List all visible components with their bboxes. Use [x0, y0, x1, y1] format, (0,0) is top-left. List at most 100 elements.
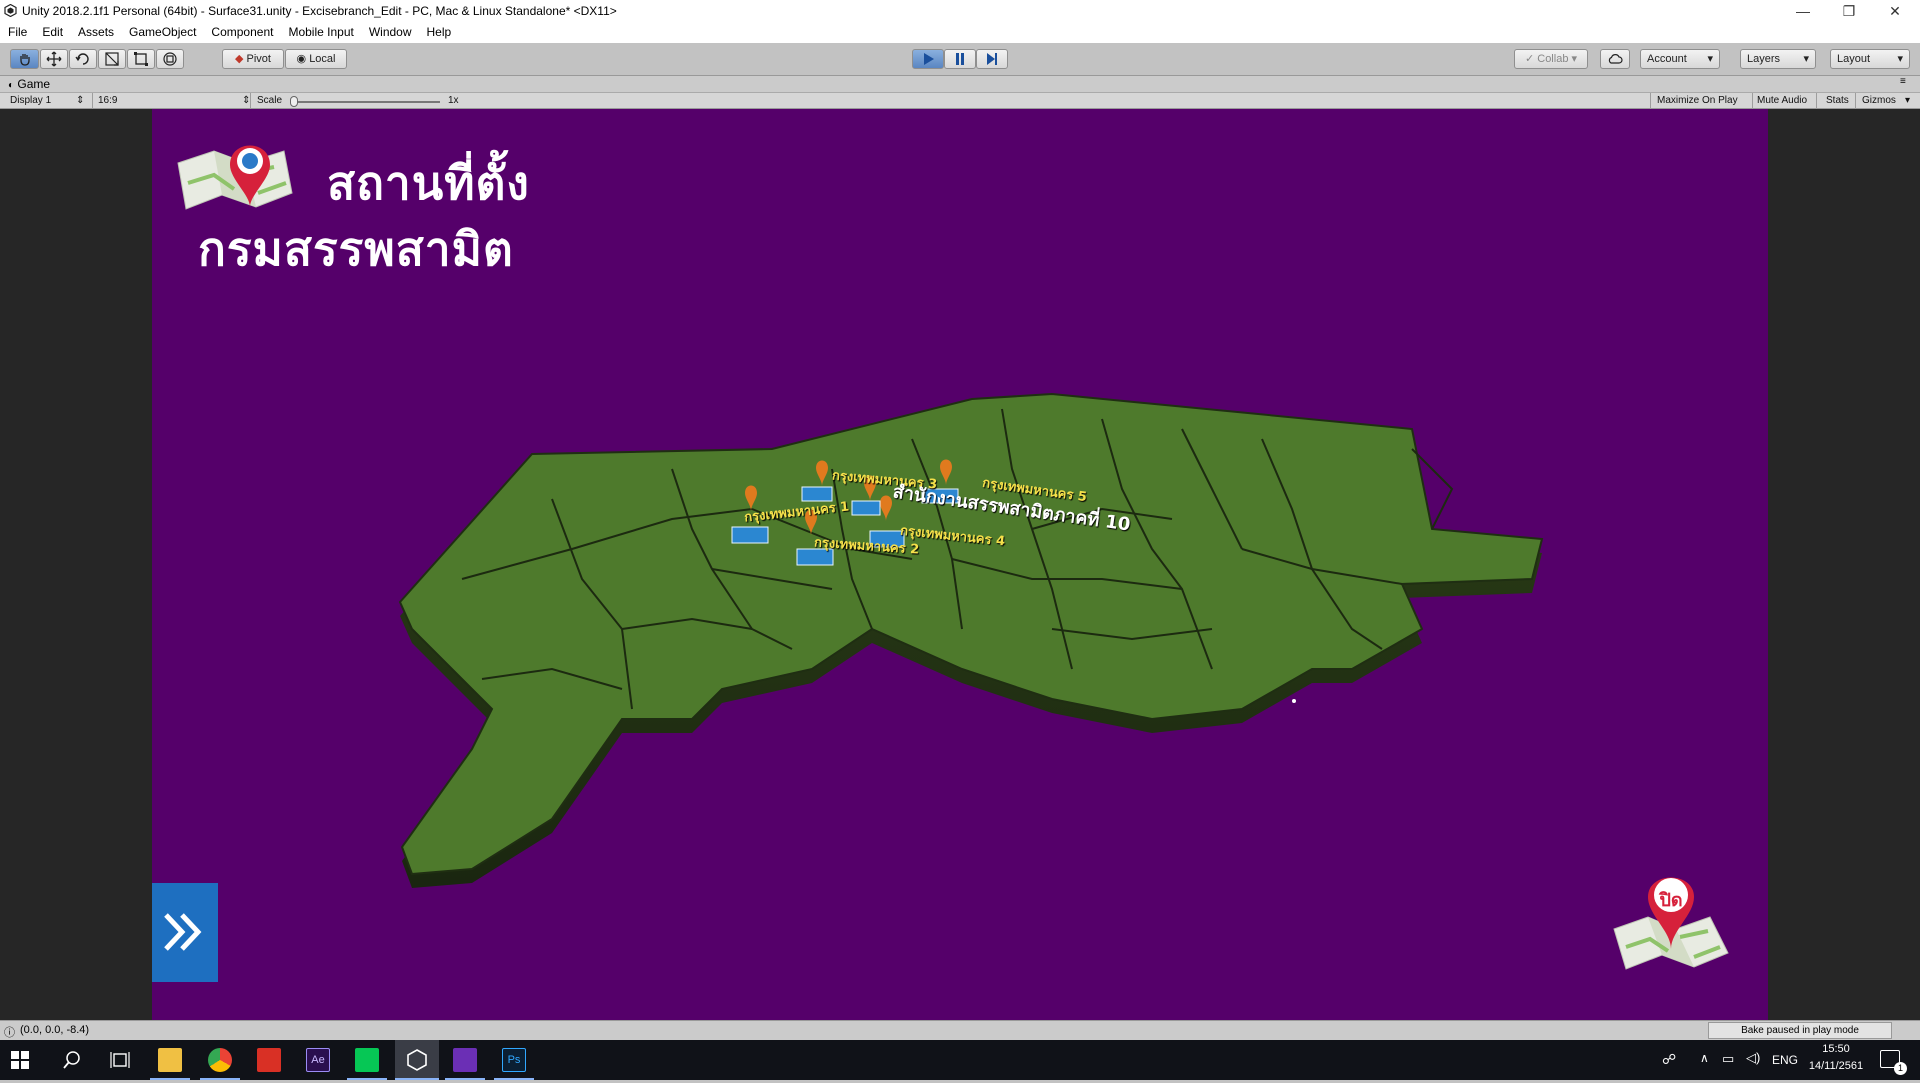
maximize-on-play-toggle[interactable]: Maximize On Play — [1657, 95, 1738, 106]
scale-icon — [105, 52, 119, 66]
local-label: Local — [309, 53, 336, 65]
bake-status: Bake paused in play mode — [1708, 1022, 1892, 1039]
panel-menu-icon[interactable]: ≡ — [1900, 76, 1906, 87]
menu-component[interactable]: Component — [203, 22, 280, 43]
dropdown-arrow-icon: ▾ — [1897, 53, 1903, 65]
rotate-tool-button[interactable] — [69, 49, 97, 69]
transform-tool-button[interactable] — [156, 49, 184, 69]
next-button[interactable] — [152, 883, 218, 982]
minimize-button[interactable]: — — [1780, 0, 1826, 22]
menu-gameobject[interactable]: GameObject — [121, 22, 203, 43]
layers-dropdown[interactable]: Layers ▾ — [1740, 49, 1816, 69]
rect-tool-button[interactable] — [127, 49, 155, 69]
play-button[interactable] — [912, 49, 944, 69]
hand-icon — [19, 54, 30, 66]
pause-icon — [956, 53, 964, 65]
windows-start-icon[interactable] — [10, 1050, 34, 1070]
after-effects-icon[interactable]: Ae — [306, 1048, 330, 1072]
unity-icon — [407, 1049, 427, 1071]
separator — [1650, 93, 1651, 109]
cloud-button[interactable] — [1600, 49, 1630, 69]
window-title-bar: Unity 2018.2.1f1 Personal (64bit) - Surf… — [0, 0, 1920, 22]
close-window-button[interactable]: ✕ — [1872, 0, 1918, 22]
unity-taskbar-button[interactable] — [395, 1040, 439, 1080]
file-explorer-icon[interactable] — [158, 1048, 182, 1072]
hand-tool-button[interactable] — [10, 49, 39, 69]
scale-slider-handle[interactable] — [290, 96, 298, 107]
menu-window[interactable]: Window — [361, 22, 419, 43]
step-icon — [987, 53, 997, 65]
separator — [250, 93, 251, 109]
restore-button[interactable]: ❐ — [1826, 0, 1872, 22]
chrome-icon[interactable] — [208, 1048, 232, 1072]
info-icon: ⓘ — [4, 1027, 15, 1039]
account-label: Account — [1647, 53, 1687, 65]
menu-assets[interactable]: Assets — [70, 22, 121, 43]
move-tool-button[interactable] — [40, 49, 68, 69]
scale-label: Scale — [257, 95, 283, 106]
mute-audio-toggle[interactable]: Mute Audio — [1757, 95, 1807, 106]
collab-label: Collab — [1537, 53, 1569, 65]
mouse-cursor — [1292, 699, 1296, 703]
close-map-label: ปิด — [1659, 890, 1683, 911]
rotate-icon — [75, 53, 89, 65]
pin-app-icon[interactable] — [257, 1048, 281, 1072]
visual-studio-icon[interactable] — [453, 1048, 477, 1072]
game-options-bar: Display 1 ⇕ 16:9 ⇕ Scale 1x Maximize On … — [0, 92, 1920, 109]
gizmos-dropdown[interactable]: Gizmos — [1862, 95, 1896, 106]
volume-icon[interactable]: ◁) — [1746, 1050, 1760, 1066]
scale-slider[interactable] — [292, 101, 440, 103]
menu-mobile-input[interactable]: Mobile Input — [280, 22, 360, 43]
network-icon[interactable]: ▭ — [1722, 1051, 1734, 1067]
game-view[interactable]: สถานที่ตั้ง กรมสรรพสามิต กรุงเทพมหานคร 1… — [152, 109, 1768, 1020]
step-button[interactable] — [976, 49, 1008, 69]
layout-dropdown[interactable]: Layout ▾ — [1830, 49, 1910, 69]
menu-file[interactable]: File — [0, 22, 34, 43]
photoshop-icon[interactable]: Ps — [502, 1048, 526, 1072]
clock-time[interactable]: 15:50 — [1804, 1043, 1868, 1055]
layout-label: Layout — [1837, 53, 1871, 65]
pivot-label: Pivot — [246, 53, 271, 65]
scale-value: 1x — [448, 95, 459, 106]
menu-edit[interactable]: Edit — [34, 22, 70, 43]
pause-button[interactable] — [944, 49, 976, 69]
window-title: Unity 2018.2.1f1 Personal (64bit) - Surf… — [22, 4, 617, 18]
people-icon[interactable]: ☍ — [1662, 1051, 1676, 1068]
layers-label: Layers — [1747, 53, 1781, 65]
game-tab[interactable]: ◐ Game — [8, 77, 50, 91]
menu-help[interactable]: Help — [419, 22, 459, 43]
scale-tool-button[interactable] — [98, 49, 126, 69]
taskbar: Ae Ps ☍ ∧ ▭ ◁) ENG 15:50 14/11/2561 1 — [0, 1040, 1920, 1080]
collab-dropdown[interactable]: ✓ Collab ▾ — [1514, 49, 1588, 69]
close-map-button[interactable]: ปิด — [1610, 875, 1734, 985]
separator — [92, 93, 93, 109]
rect-transform-icon — [134, 52, 148, 66]
local-toggle[interactable]: ◉ Local — [285, 49, 347, 69]
unity-logo-icon — [4, 4, 17, 17]
pivot-icon: ◆ — [235, 53, 244, 65]
separator — [1816, 93, 1817, 109]
pivot-toggle[interactable]: ◆ Pivot — [222, 49, 284, 69]
language-indicator[interactable]: ENG — [1772, 1053, 1798, 1067]
dropdown-arrow-icon: ▾ — [1905, 95, 1911, 106]
separator — [1752, 93, 1753, 109]
aspect-dropdown[interactable]: 16:9 — [98, 95, 117, 106]
clock-date[interactable]: 14/11/2561 — [1804, 1060, 1868, 1072]
transform-gizmo-icon — [163, 52, 177, 66]
search-icon[interactable] — [62, 1050, 82, 1073]
move-arrows-icon — [46, 51, 62, 67]
dropdown-arrow-icon: ▾ — [1803, 53, 1809, 65]
notification-count-badge: 1 — [1894, 1062, 1907, 1075]
double-chevron-right-icon — [164, 913, 202, 951]
chevron-up-icon[interactable]: ∧ — [1700, 1051, 1709, 1065]
task-view-icon[interactable] — [110, 1050, 130, 1073]
account-dropdown[interactable]: Account ▾ — [1640, 49, 1720, 69]
line-icon[interactable] — [355, 1048, 379, 1072]
dropdown-arrow-icon: ⇕ — [76, 95, 85, 106]
game-controller-icon: ◐ — [8, 80, 15, 91]
menu-bar: File Edit Assets GameObject Component Mobile … — [0, 22, 1920, 43]
display-dropdown[interactable]: Display 1 — [10, 95, 51, 106]
bangkok-3d-map — [398, 392, 1544, 888]
checkmark-icon: ✓ — [1524, 53, 1535, 65]
stats-toggle[interactable]: Stats — [1826, 95, 1849, 106]
